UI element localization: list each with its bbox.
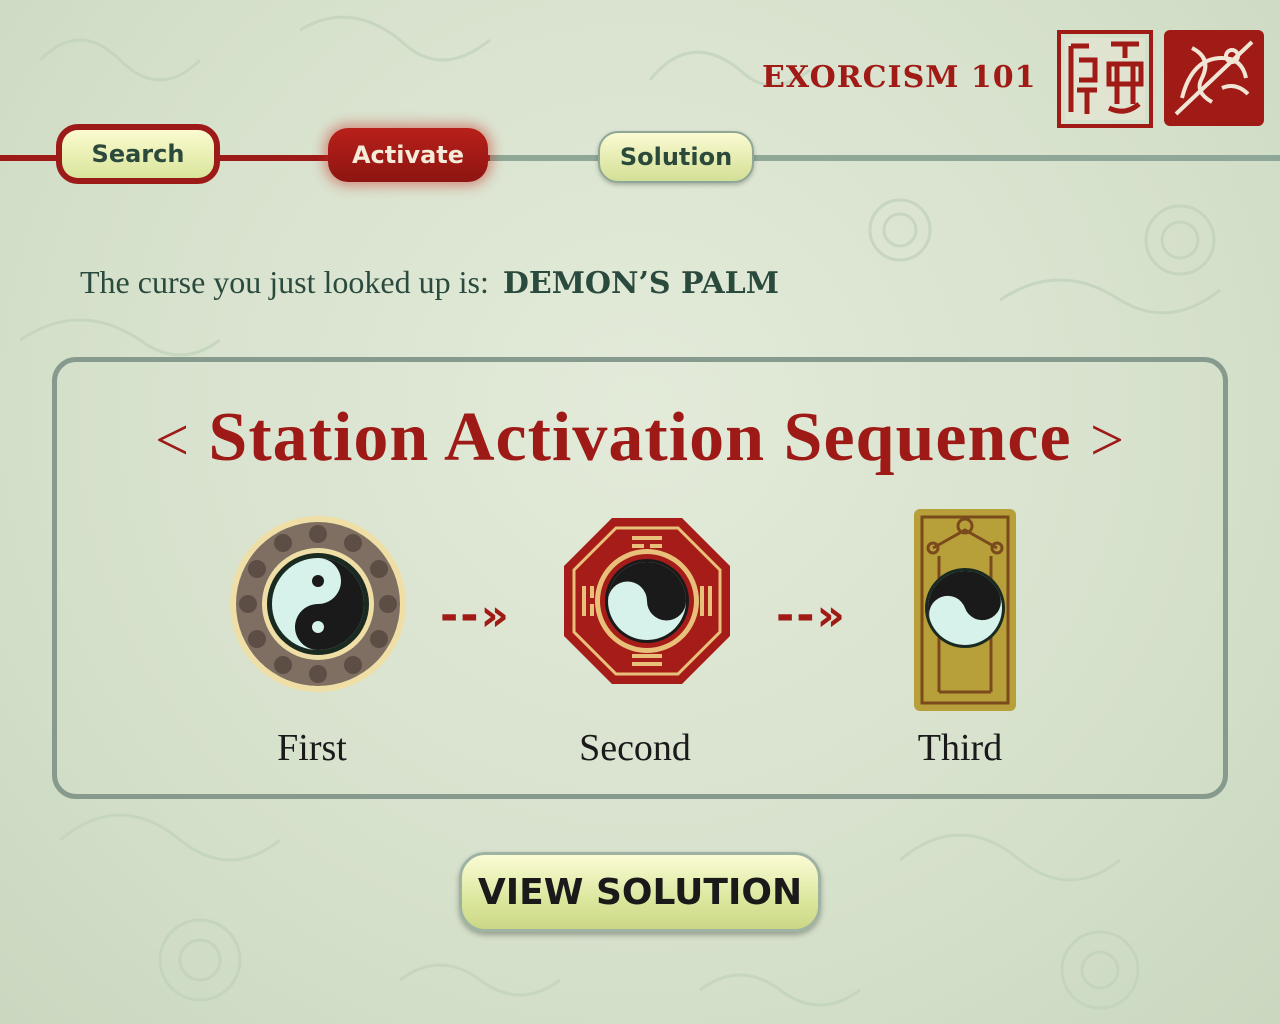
octagon-bagua-yin-yang-icon xyxy=(564,518,730,684)
sequence-arrow-1: --» xyxy=(440,590,511,641)
step-search-label: Search xyxy=(62,130,214,178)
curse-name: DEMON’S PALM xyxy=(502,266,779,301)
app-title: EXORCISM 101 xyxy=(762,60,1037,95)
station-label-third: Third xyxy=(917,727,1003,769)
round-disc-yin-yang-icon xyxy=(230,516,406,692)
close-bracket: > xyxy=(1090,407,1125,473)
dragon-seal-icon xyxy=(1164,30,1264,126)
gold-plaque-yin-yang-icon xyxy=(914,509,1016,711)
curse-prefix: The curse you just looked up is: xyxy=(80,264,489,300)
station-label-first: First xyxy=(277,727,347,769)
step-search-button[interactable]: Search xyxy=(56,124,220,184)
step-solution-button[interactable]: Solution xyxy=(598,131,754,183)
step-activate-button[interactable]: Activate xyxy=(328,128,488,182)
station-label-second: Second xyxy=(579,727,691,769)
panel-title: < Station Activation Sequence > xyxy=(0,398,1280,478)
open-bracket: < xyxy=(155,407,190,473)
view-solution-button[interactable]: VIEW SOLUTION xyxy=(459,852,821,932)
sequence-arrow-2: --» xyxy=(776,590,847,641)
curse-statement: The curse you just looked up is: DEMON’S… xyxy=(80,264,779,301)
panel-title-text: Station Activation Sequence xyxy=(208,399,1072,476)
seal-stamp-icon xyxy=(1057,30,1153,128)
